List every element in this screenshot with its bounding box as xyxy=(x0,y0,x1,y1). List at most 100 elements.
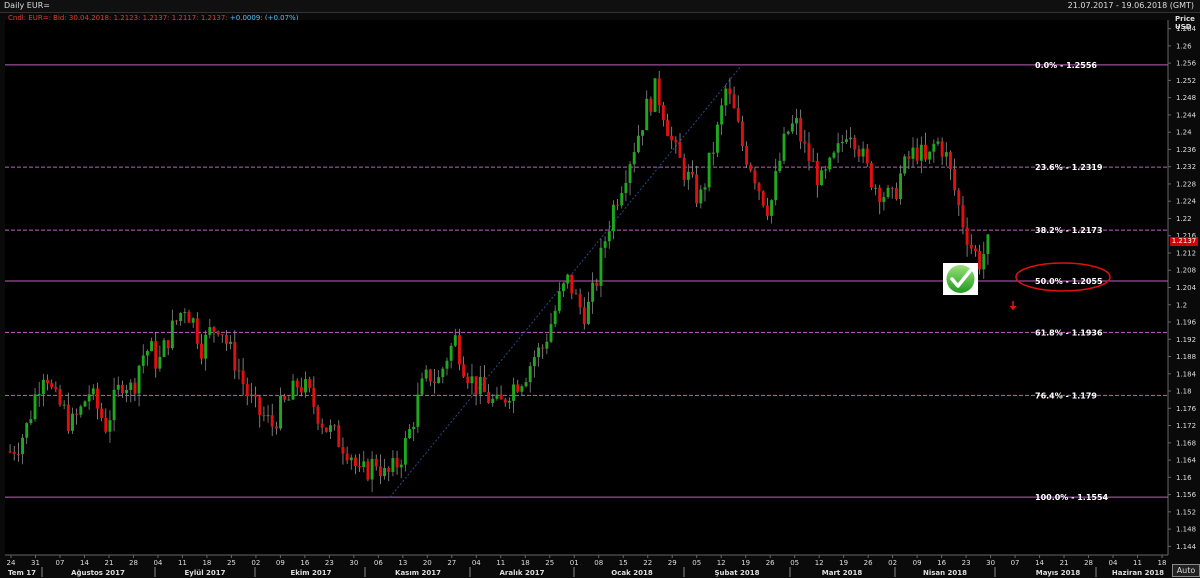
candle-body xyxy=(982,254,986,270)
candle-body xyxy=(154,341,158,369)
candle-body xyxy=(832,152,836,158)
candle-body xyxy=(740,121,744,147)
y-tick-label: 1.26 xyxy=(1176,42,1192,50)
x-tick-label: 09 xyxy=(276,559,285,567)
candle-body xyxy=(836,143,840,153)
candle-body xyxy=(653,78,657,112)
x-tick-label: 18 xyxy=(202,559,211,567)
candle-body xyxy=(200,343,203,359)
x-tick-label: 04 xyxy=(153,559,162,567)
candle-body xyxy=(87,394,91,402)
candle-body xyxy=(932,143,936,152)
candle-body xyxy=(641,130,645,136)
candle-body xyxy=(699,189,703,204)
candle-body xyxy=(474,376,478,395)
candle-body xyxy=(607,231,611,242)
candle-body xyxy=(591,282,595,302)
y-tick-label: 1.244 xyxy=(1176,111,1197,119)
candle-body xyxy=(482,376,486,393)
candle-body xyxy=(620,193,624,206)
candle-body xyxy=(857,149,861,157)
candle-body xyxy=(786,131,790,134)
x-tick-label: 31 xyxy=(31,559,40,567)
candle-body xyxy=(732,94,736,109)
candle-body xyxy=(383,467,387,477)
candle-body xyxy=(807,143,811,161)
candle-body xyxy=(283,395,287,400)
x-tick-label: 07 xyxy=(1011,559,1020,567)
x-tick-label: 01 xyxy=(570,559,579,567)
candle-body xyxy=(37,393,41,395)
candle-body xyxy=(562,283,565,292)
x-tick-label: 30 xyxy=(986,559,995,567)
x-tick-label: 05 xyxy=(790,559,799,567)
candle-body xyxy=(133,382,137,394)
candle-body xyxy=(374,458,378,467)
candlestick-chart[interactable]: 0.0% - 1.2556 23.6% - 1.2319 38.2% - 1.217… xyxy=(0,12,1200,578)
candle-body xyxy=(853,137,857,150)
x-tick-label: 22 xyxy=(643,559,652,567)
candle-body xyxy=(304,379,307,393)
candle-body xyxy=(940,141,944,157)
candle-body xyxy=(824,169,828,171)
x-tick-label: 12 xyxy=(717,559,726,567)
candle-body xyxy=(811,160,815,162)
candle-body xyxy=(695,174,699,204)
x-month-label: Aralık 2017 xyxy=(500,569,545,577)
candle-body xyxy=(29,419,33,424)
candle-body xyxy=(507,400,511,403)
candle-body xyxy=(158,356,162,369)
candle-body xyxy=(387,467,391,472)
candle-body xyxy=(320,423,324,428)
candle-body xyxy=(478,376,482,395)
candle-body xyxy=(761,191,765,206)
candle-body xyxy=(458,335,461,365)
candle-body xyxy=(532,357,536,367)
candle-body xyxy=(274,426,278,429)
candle-body xyxy=(100,408,104,418)
candle-body xyxy=(670,135,674,141)
candle-body xyxy=(578,294,582,308)
candle-body xyxy=(62,404,66,406)
candle-body xyxy=(183,312,187,314)
candle-body xyxy=(179,312,183,322)
candle-body xyxy=(570,274,574,294)
x-month-label: Eylül 2017 xyxy=(184,569,225,577)
candle-body xyxy=(150,341,154,352)
candle-body xyxy=(815,161,819,186)
candle-body xyxy=(803,141,807,144)
candle-body xyxy=(757,183,761,192)
y-tick-label: 1.148 xyxy=(1176,526,1196,534)
x-tick-label: 21 xyxy=(104,559,113,567)
candle-body xyxy=(557,291,561,311)
candle-body xyxy=(661,105,665,121)
candle-body xyxy=(516,384,520,392)
y-tick-label: 1.188 xyxy=(1176,353,1196,361)
candle-body xyxy=(453,335,457,346)
x-tick-label: 09 xyxy=(913,559,922,567)
candle-body xyxy=(104,417,108,432)
candle-body xyxy=(245,384,249,397)
candle-body xyxy=(249,394,253,397)
candle-body xyxy=(582,307,586,324)
candle-body xyxy=(470,376,474,384)
candle-body xyxy=(795,118,798,124)
candle-body xyxy=(957,190,961,206)
fib-label: 61.8% - 1.1936 xyxy=(1035,328,1103,337)
x-tick-label: 23 xyxy=(325,559,334,567)
candle-body xyxy=(141,355,145,366)
candle-body xyxy=(820,170,823,186)
candle-body xyxy=(91,388,95,395)
y-tick-label: 1.164 xyxy=(1176,457,1197,465)
y-tick-label: 1.212 xyxy=(1176,249,1196,257)
x-tick-label: 11 xyxy=(496,559,505,567)
candle-body xyxy=(337,425,341,447)
auto-scale-button[interactable]: Auto xyxy=(1172,564,1200,577)
candle-body xyxy=(745,146,749,165)
candle-body xyxy=(978,251,982,270)
candle-body xyxy=(973,248,977,252)
x-tick-label: 27 xyxy=(447,559,456,567)
x-month-label: Şubat 2018 xyxy=(714,569,759,577)
candle-body xyxy=(886,187,890,198)
y-tick-label: 1.2 xyxy=(1176,301,1187,309)
